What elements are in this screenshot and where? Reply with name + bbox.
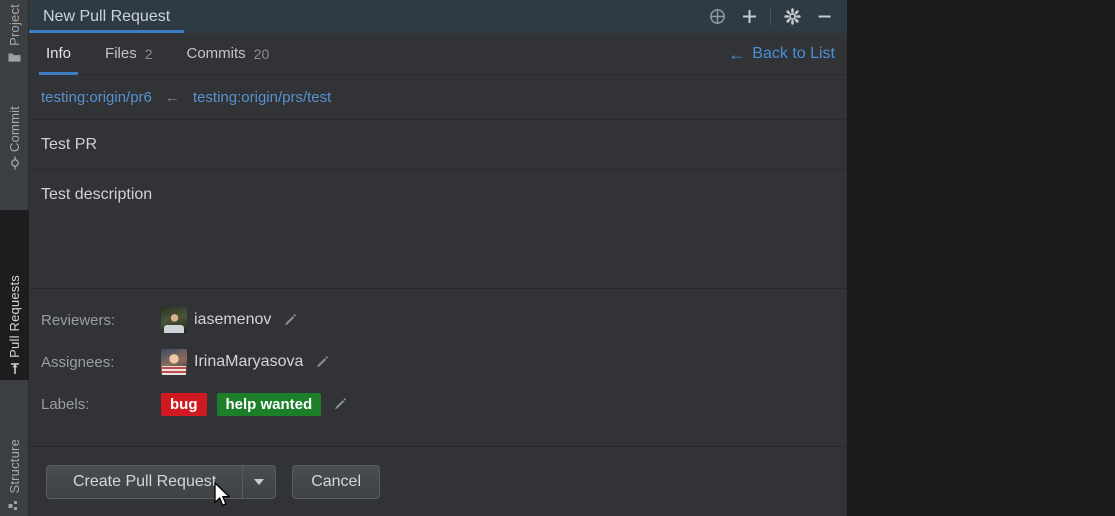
tool-window-header: New Pull Request — [29, 0, 847, 33]
tab-label: Commits — [186, 45, 246, 62]
labels-label: Labels: — [41, 395, 90, 413]
sidebar-item-label: Structure — [7, 439, 22, 494]
label-chips: bug help wanted — [161, 392, 322, 416]
arrow-left-icon: ← — [164, 88, 180, 106]
target-icon[interactable] — [702, 3, 732, 31]
create-pull-request-dropdown-button[interactable] — [242, 464, 277, 499]
minimize-icon[interactable] — [809, 3, 839, 31]
sidebar-item-project[interactable]: Project — [0, 0, 29, 68]
reviewer-name: iasemenov — [194, 311, 272, 328]
edit-assignees-pencil-icon[interactable] — [315, 355, 330, 370]
tab-info[interactable]: Info — [29, 33, 88, 75]
sidebar-item-label: Pull Requests — [7, 275, 22, 358]
pr-tab-strip: Info Files 2 Commits 20 ← Back to List — [29, 33, 847, 75]
commit-icon — [7, 155, 23, 171]
chevron-down-icon — [254, 478, 265, 485]
tool-window-bar: Project Commit Pull Requests Structure — [0, 0, 29, 516]
reviewers-row: Reviewers: iasemenov — [29, 299, 847, 341]
branch-row: testing:origin/pr6 ← testing:origin/prs/… — [29, 75, 847, 120]
header-divider — [770, 7, 771, 26]
pull-request-panel: New Pull Request Info Files 2 Commits 20… — [29, 0, 847, 516]
avatar — [161, 349, 187, 375]
folder-icon — [7, 49, 23, 65]
sidebar-item-structure[interactable]: Structure — [0, 420, 29, 516]
create-pull-request-button[interactable]: Create Pull Request — [46, 464, 243, 499]
label-chip-help-wanted[interactable]: help wanted — [216, 392, 322, 416]
tab-count: 20 — [253, 45, 270, 62]
source-branch-link[interactable]: testing:origin/prs/test — [193, 89, 331, 106]
assignees-row: Assignees: IrinaMaryasova — [29, 341, 847, 383]
action-bar: Create Pull Request Cancel — [29, 446, 847, 516]
back-to-list-label: Back to List — [752, 45, 835, 62]
arrow-left-icon: ← — [728, 44, 746, 64]
edit-labels-pencil-icon[interactable] — [333, 397, 348, 412]
header-actions — [702, 0, 839, 33]
pr-title-text: Test PR — [41, 135, 98, 153]
sidebar-item-label: Commit — [7, 106, 22, 152]
label-chip-bug[interactable]: bug — [161, 392, 207, 416]
sidebar-item-label: Project — [7, 4, 22, 46]
tab-label: Files — [105, 45, 137, 62]
pull-request-icon — [7, 361, 23, 377]
reviewers-label: Reviewers: — [41, 311, 116, 329]
pr-description-text: Test description — [41, 186, 153, 203]
avatar — [161, 307, 187, 333]
window-tab-label: New Pull Request — [43, 7, 171, 25]
window-tab-new-pull-request[interactable]: New Pull Request — [29, 0, 185, 33]
structure-icon — [7, 497, 23, 513]
sidebar-item-commit[interactable]: Commit — [0, 84, 29, 174]
tab-count: 2 — [144, 45, 153, 62]
add-icon[interactable] — [734, 3, 764, 31]
pr-metadata: Reviewers: iasemenov Assignees: IrinaMar… — [29, 289, 847, 435]
assignees-label: Assignees: — [41, 353, 115, 371]
assignee-name: IrinaMaryasova — [194, 353, 304, 370]
target-branch-link[interactable]: testing:origin/pr6 — [41, 89, 152, 106]
cancel-button[interactable]: Cancel — [292, 464, 380, 499]
tab-files[interactable]: Files 2 — [88, 33, 169, 75]
create-pull-request-split-button: Create Pull Request — [46, 464, 277, 499]
back-to-list-link[interactable]: ← Back to List — [728, 33, 835, 75]
edit-reviewers-pencil-icon[interactable] — [283, 313, 298, 328]
settings-icon[interactable] — [777, 3, 807, 31]
tab-label: Info — [46, 45, 72, 62]
tab-commits[interactable]: Commits 20 — [170, 33, 287, 75]
active-tab-underline — [39, 71, 79, 75]
sidebar-item-pull-requests[interactable]: Pull Requests — [0, 210, 29, 380]
pr-description-field[interactable]: Test description — [29, 170, 847, 289]
pr-title-field[interactable]: Test PR — [29, 120, 847, 170]
screen: Project Commit Pull Requests Structure N… — [0, 0, 1115, 516]
labels-row: Labels: bug help wanted — [29, 383, 847, 425]
